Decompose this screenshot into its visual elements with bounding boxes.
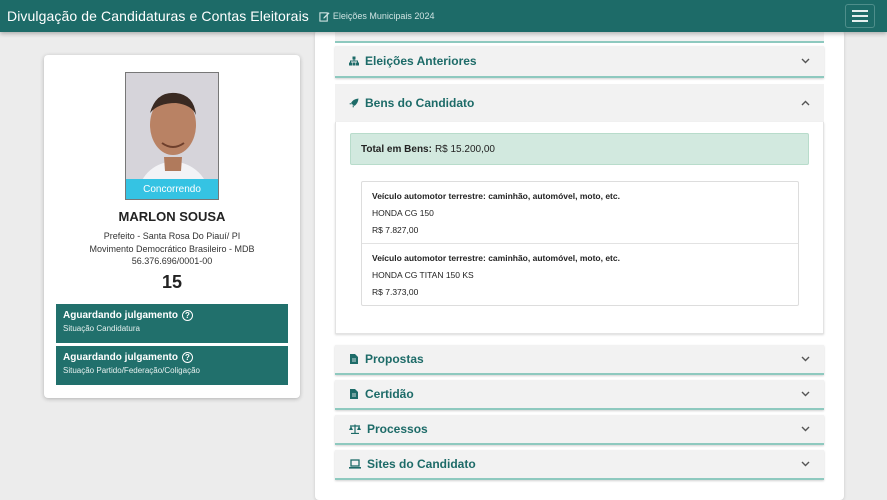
scale-icon xyxy=(349,424,361,434)
accordion-processes[interactable]: Processos xyxy=(335,415,824,445)
candidate-name: MARLON SOUSA xyxy=(118,209,226,224)
asset-value: R$ 7.373,00 xyxy=(372,287,419,297)
chevron-down-icon xyxy=(801,461,810,467)
file-icon xyxy=(349,354,359,364)
situation-candidacy: Aguardando julgamento ? Situação Candida… xyxy=(56,304,288,343)
accordion-label: Eleições Anteriores xyxy=(365,54,477,68)
chevron-down-icon xyxy=(801,58,810,64)
candidate-info: Prefeito - Santa Rosa Do Piauí/ PI Movim… xyxy=(44,230,300,268)
accordion-certificate[interactable]: Certidão xyxy=(335,380,824,410)
file-icon xyxy=(349,389,359,399)
asset-description: HONDA CG TITAN 150 KS xyxy=(372,270,474,280)
sitemap-icon xyxy=(349,56,359,66)
accordion-websites[interactable]: Sites do Candidato xyxy=(335,450,824,480)
candidate-number: 15 xyxy=(161,272,183,292)
candidate-cnpj: 56.376.696/0001-00 xyxy=(131,256,213,266)
chevron-up-icon xyxy=(801,100,810,106)
app-title[interactable]: Divulgação de Candidaturas e Contas Elei… xyxy=(7,8,309,24)
candidate-photo: Concorrendo xyxy=(125,72,219,200)
situation-title: Aguardando julgamento xyxy=(63,310,178,321)
assets-list: Veículo automotor terrestre: caminhão, a… xyxy=(361,181,799,306)
accordion-label: Bens do Candidato xyxy=(365,96,475,110)
situation-party: Aguardando julgamento ? Situação Partido… xyxy=(56,346,288,385)
assets-total: Total em Bens: R$ 15.200,00 xyxy=(350,133,809,165)
total-value: R$ 15.200,00 xyxy=(434,143,495,155)
laptop-icon xyxy=(349,459,361,469)
asset-type: Veículo automotor terrestre: caminhão, a… xyxy=(372,191,620,201)
candidate-card: Concorrendo MARLON SOUSA Prefeito - Sant… xyxy=(44,55,300,398)
accordion-proposals[interactable]: Propostas xyxy=(335,345,824,375)
hamburger-icon-line xyxy=(852,10,868,12)
total-label: Total em Bens: xyxy=(361,143,432,155)
accordion-assets[interactable]: Bens do Candidato xyxy=(335,84,824,122)
chevron-down-icon xyxy=(801,391,810,397)
rocket-icon xyxy=(349,98,359,108)
situation-title: Aguardando julgamento xyxy=(63,352,178,363)
candidate-office: Prefeito - Santa Rosa Do Piauí/ PI xyxy=(103,231,241,241)
status-tag: Concorrendo xyxy=(126,179,218,199)
election-text: Eleições Municipais 2024 xyxy=(332,11,435,21)
chevron-down-icon xyxy=(801,356,810,362)
candidate-party: Movimento Democrático Brasileiro - MDB xyxy=(89,243,255,254)
situation-subtitle: Situação Partido/Federação/Coligação xyxy=(63,366,200,375)
hamburger-icon-line xyxy=(852,15,868,17)
election-label[interactable]: Eleições Municipais 2024 xyxy=(319,11,435,22)
menu-button[interactable] xyxy=(845,4,875,28)
top-navbar: Divulgação de Candidaturas e Contas Elei… xyxy=(0,0,887,32)
accordion-label: Certidão xyxy=(365,387,414,401)
situation-subtitle: Situação Candidatura xyxy=(63,324,140,333)
accordion-label: Processos xyxy=(367,422,428,436)
accordion-label: Sites do Candidato xyxy=(367,457,476,471)
list-item: Veículo automotor terrestre: caminhão, a… xyxy=(362,182,798,244)
asset-type: Veículo automotor terrestre: caminhão, a… xyxy=(372,253,620,263)
chevron-down-icon xyxy=(801,426,810,432)
asset-description: HONDA CG 150 xyxy=(372,208,434,218)
accordion-previous-elections[interactable]: Eleições Anteriores xyxy=(335,46,824,78)
list-item: Veículo automotor terrestre: caminhão, a… xyxy=(362,244,798,306)
help-icon[interactable]: ? xyxy=(182,352,193,363)
edit-icon xyxy=(319,11,330,22)
accordion-label: Propostas xyxy=(365,352,424,366)
assets-panel: Total em Bens: R$ 15.200,00 Veículo auto… xyxy=(335,122,824,334)
help-icon[interactable]: ? xyxy=(182,310,193,321)
hamburger-icon-line xyxy=(852,20,868,22)
asset-value: R$ 7.827,00 xyxy=(372,225,419,235)
